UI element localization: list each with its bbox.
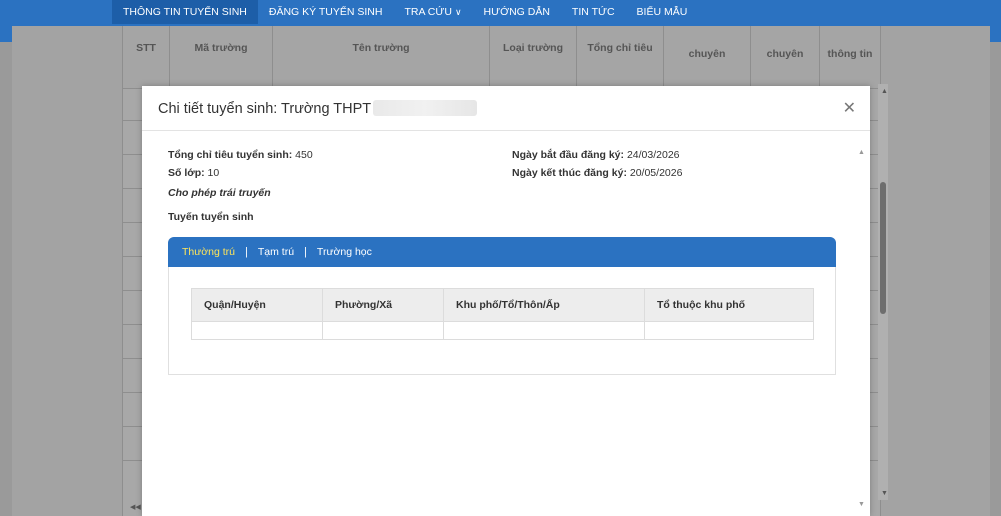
col-header-group: Tổ thuộc khu phố	[644, 288, 814, 322]
field-start-date: Ngày bắt đầu đăng ký: 24/03/2026	[512, 149, 680, 161]
redacted-school-name	[373, 100, 478, 116]
bg-col-chuyen-2: chuyên	[751, 26, 820, 88]
bg-col-stt: STT	[123, 26, 170, 88]
route-tabs-bar: Thường trú | Tạm trú | Trường học	[168, 237, 836, 267]
modal-scrollbar[interactable]: ▲ ▼	[854, 131, 870, 516]
scroll-down-icon[interactable]: ▼	[881, 490, 888, 497]
route-table: Quận/Huyện Phường/Xã Khu phố/Tổ/Thôn/Ấp …	[191, 288, 814, 340]
scroll-up-icon[interactable]: ▲	[881, 88, 888, 95]
route-tabs: Thường trú | Tạm trú | Trường học	[182, 237, 372, 267]
field-class-count-label: Số lớp:	[168, 167, 205, 179]
admission-detail-modal: Chi tiết tuyển sinh: Trường THPT ✕ Tổng …	[142, 86, 870, 516]
route-table-header-row: Quận/Huyện Phường/Xã Khu phố/Tổ/Thôn/Ấp …	[191, 288, 814, 322]
table-cell	[322, 321, 444, 340]
scroll-up-icon[interactable]: ▲	[858, 149, 865, 156]
tab-thuong-tru[interactable]: Thường trú	[182, 246, 235, 258]
field-class-count-value: 10	[204, 167, 220, 179]
background-scrollbar-thumb[interactable]	[880, 182, 886, 314]
col-header-ward: Phường/Xã	[322, 288, 444, 322]
field-total-quota-value: 450	[292, 149, 313, 161]
nav-item-bieu-mau[interactable]: BIỂU MẪU	[626, 0, 699, 24]
background-table-header: STT Mã trường Tên trường Loại trường Tổn…	[123, 26, 880, 89]
scroll-down-icon[interactable]: ▼	[858, 501, 865, 508]
nav-item-tra-cuu[interactable]: TRA CỨU ∨	[393, 0, 472, 24]
modal-body: Tổng chỉ tiêu tuyển sinh: 450 Số lớp: 10…	[142, 131, 854, 516]
field-class-count: Số lớp: 10	[168, 167, 219, 179]
tab-separator: |	[245, 246, 248, 258]
bg-col-tong-chi-tieu: Tổng chỉ tiêu	[577, 26, 664, 88]
nav-item-thong-tin-tuyen-sinh[interactable]: THÔNG TIN TUYỂN SINH	[112, 0, 258, 24]
cross-route-note: Cho phép trái truyến	[168, 187, 271, 199]
nav-menu: THÔNG TIN TUYỂN SINH ĐĂNG KÝ TUYỂN SINH …	[112, 0, 698, 26]
field-end-date-label: Ngày kết thúc đăng ký:	[512, 167, 627, 179]
tab-separator: |	[304, 246, 307, 258]
close-icon[interactable]: ✕	[843, 98, 856, 118]
field-start-date-value: 24/03/2026	[624, 149, 680, 161]
modal-header: Chi tiết tuyển sinh: Trường THPT ✕	[142, 86, 870, 131]
tab-truong-hoc[interactable]: Trường học	[317, 246, 372, 258]
nav-item-tra-cuu-label: TRA CỨU	[404, 6, 452, 18]
modal-title-text: Chi tiết tuyển sinh: Trường THPT	[158, 101, 372, 117]
field-end-date-value: 20/05/2026	[626, 167, 683, 179]
bg-col-ma-truong: Mã trường	[170, 26, 273, 88]
field-total-quota: Tổng chỉ tiêu tuyển sinh: 450	[168, 149, 313, 161]
bg-col-thong-tin: thông tin	[827, 48, 873, 60]
modal-title: Chi tiết tuyển sinh: Trường THPT	[158, 100, 478, 117]
col-header-district: Quận/Huyện	[191, 288, 323, 322]
field-start-date-label: Ngày bắt đầu đăng ký:	[512, 149, 625, 161]
bg-col-loai-truong: Loại trường	[490, 26, 577, 88]
nav-item-dang-ky-tuyen-sinh[interactable]: ĐĂNG KÝ TUYỂN SINH	[258, 0, 394, 24]
col-header-quarter: Khu phố/Tổ/Thôn/Ấp	[443, 288, 645, 322]
chevron-down-icon: ∨	[454, 7, 462, 17]
bg-col-chuyen-1: chuyên	[664, 26, 751, 88]
nav-item-tin-tuc[interactable]: TIN TỨC	[561, 0, 626, 24]
tab-tam-tru[interactable]: Tạm trú	[258, 246, 294, 258]
table-cell	[443, 321, 645, 340]
bg-col-ten-truong: Tên trường	[273, 26, 490, 88]
scroll-left-icon[interactable]: ◀◀	[130, 503, 141, 511]
table-cell	[191, 321, 323, 340]
field-end-date: Ngày kết thúc đăng ký: 20/05/2026	[512, 167, 682, 179]
table-row	[191, 321, 814, 340]
section-title-admission-route: Tuyến tuyển sinh	[168, 211, 254, 223]
table-cell	[644, 321, 814, 340]
route-panel: Thường trú | Tạm trú | Trường học Quận/H…	[168, 237, 836, 375]
field-total-quota-label: Tổng chỉ tiêu tuyển sinh:	[168, 149, 293, 161]
nav-item-huong-dan[interactable]: HƯỚNG DẪN	[473, 0, 561, 24]
